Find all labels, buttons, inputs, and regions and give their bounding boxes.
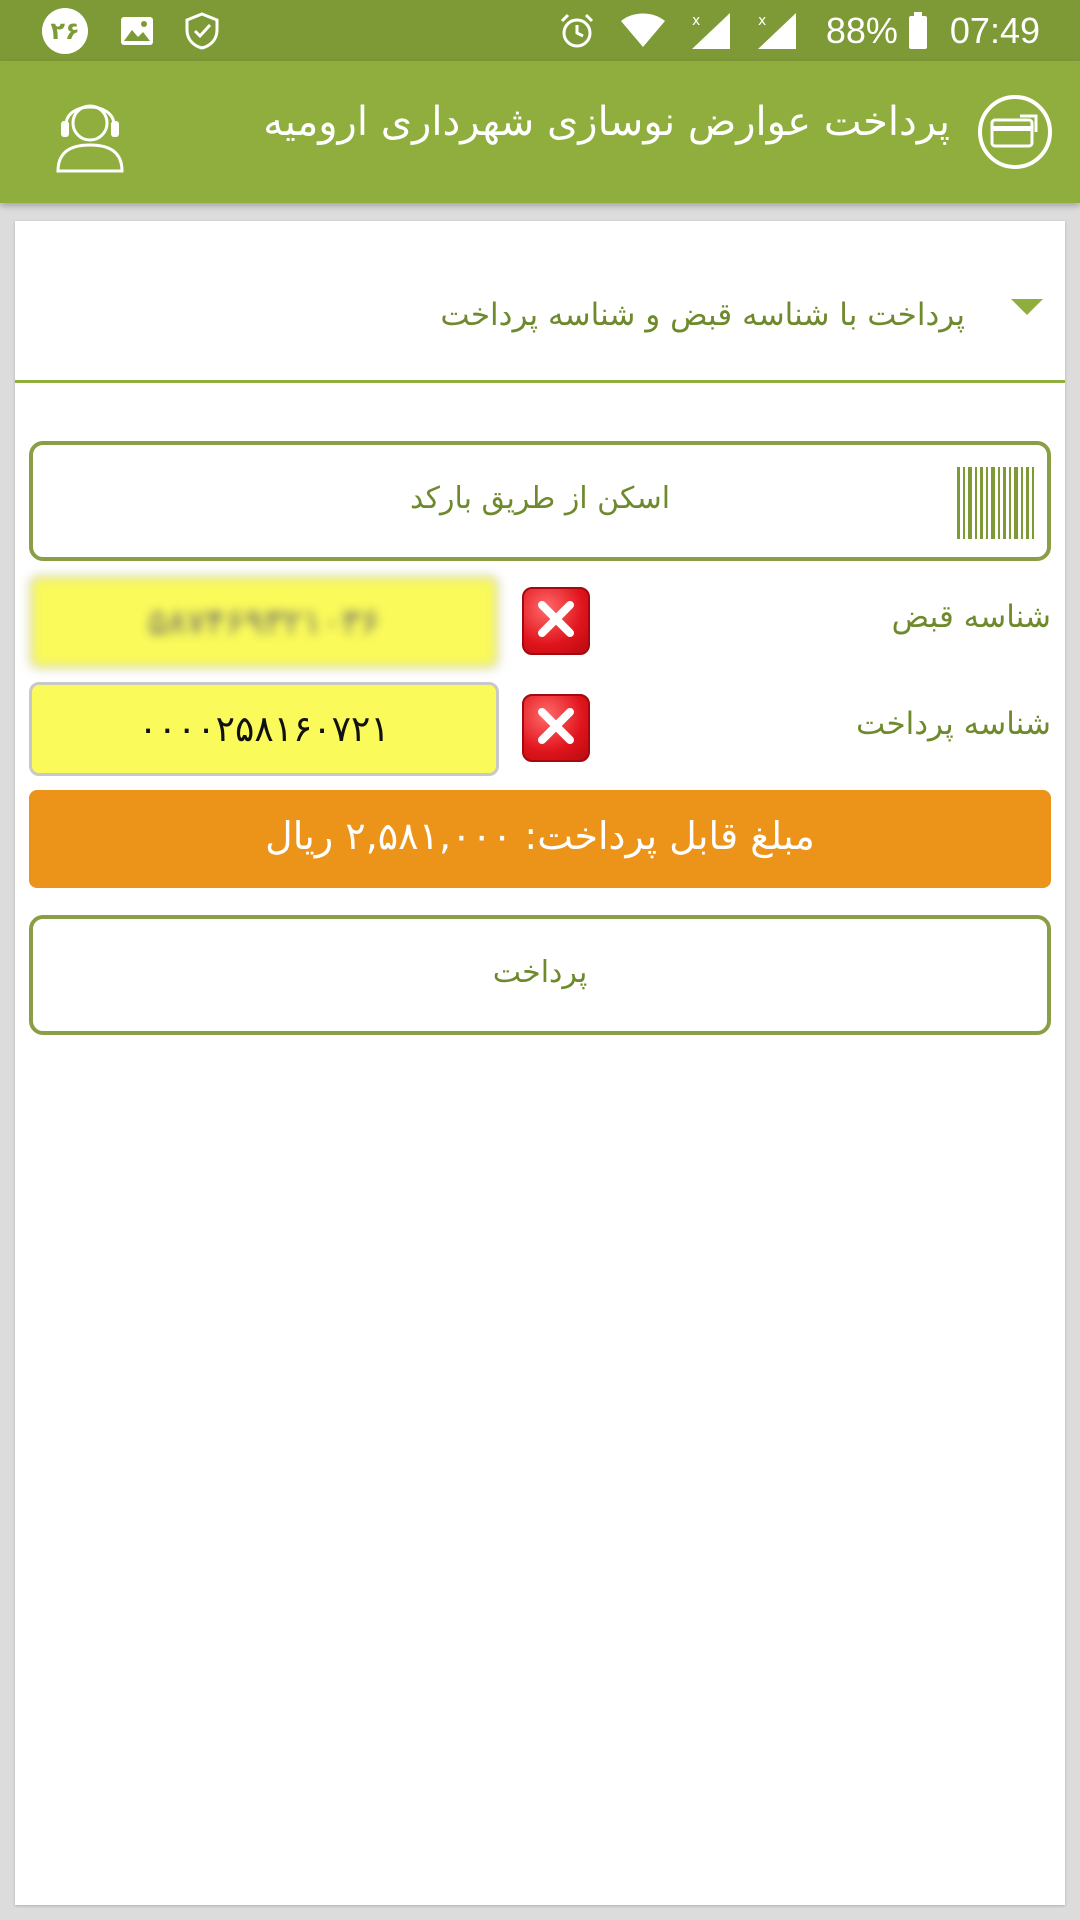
app-logo — [978, 95, 1052, 169]
pay-button-label: پرداخت — [492, 955, 588, 990]
card-payment-icon — [990, 110, 1040, 154]
status-bar-right: x x 88% 07:49 — [534, 0, 1040, 61]
battery-icon — [908, 11, 928, 50]
close-icon — [536, 599, 576, 643]
barcode-icon — [955, 467, 1035, 539]
alarm-icon — [558, 12, 596, 50]
svg-text:x: x — [692, 13, 700, 29]
scan-barcode-label: اسکن از طریق بارکد — [409, 481, 671, 516]
section-title: پرداخت با شناسه قبض و شناسه پرداخت — [440, 297, 965, 333]
app-bar: پرداخت عوارض نوسازی شهرداری ارومیه — [0, 61, 1080, 203]
pay-button[interactable]: پرداخت — [29, 915, 1051, 1035]
payment-id-row: شناسه پرداخت — [29, 682, 1051, 778]
image-icon — [120, 16, 154, 46]
payment-card: پرداخت با شناسه قبض و شناسه پرداخت اسکن … — [15, 221, 1065, 1905]
notification-count-badge: ۲۶ — [42, 7, 88, 54]
wifi-icon — [620, 13, 666, 49]
close-icon — [536, 706, 576, 750]
scan-barcode-button[interactable]: اسکن از طریق بارکد — [29, 441, 1051, 561]
payment-id-input[interactable] — [29, 682, 499, 776]
status-bar-left: ۲۶ — [42, 0, 250, 61]
page-title: پرداخت عوارض نوسازی شهرداری ارومیه — [263, 99, 950, 145]
signal-icon: x — [690, 11, 732, 51]
clear-payment-id-button[interactable] — [522, 694, 590, 762]
headset-user-icon — [52, 104, 128, 177]
status-bar: ۲۶ x x 88% 07:49 — [0, 0, 1080, 61]
shield-icon — [184, 11, 220, 50]
bill-id-input[interactable] — [29, 575, 499, 669]
clear-bill-id-button[interactable] — [522, 587, 590, 655]
payable-amount-banner: مبلغ قابل پرداخت: ۲,۵۸۱,۰۰۰ ریال — [29, 790, 1051, 888]
signal-icon-secondary: x — [756, 11, 798, 51]
chevron-down-icon[interactable] — [1011, 299, 1043, 315]
bill-id-label: شناسه قبض — [891, 599, 1051, 635]
clock: 07:49 — [949, 9, 1040, 51]
section-header[interactable]: پرداخت با شناسه قبض و شناسه پرداخت — [15, 221, 1065, 383]
support-button[interactable] — [52, 91, 128, 173]
svg-text:x: x — [758, 13, 766, 29]
bill-id-row: شناسه قبض — [29, 575, 1051, 671]
battery-percentage: 88% — [825, 9, 898, 51]
payable-amount-text: مبلغ قابل پرداخت: ۲,۵۸۱,۰۰۰ ریال — [265, 814, 815, 858]
payment-id-label: شناسه پرداخت — [856, 706, 1051, 742]
